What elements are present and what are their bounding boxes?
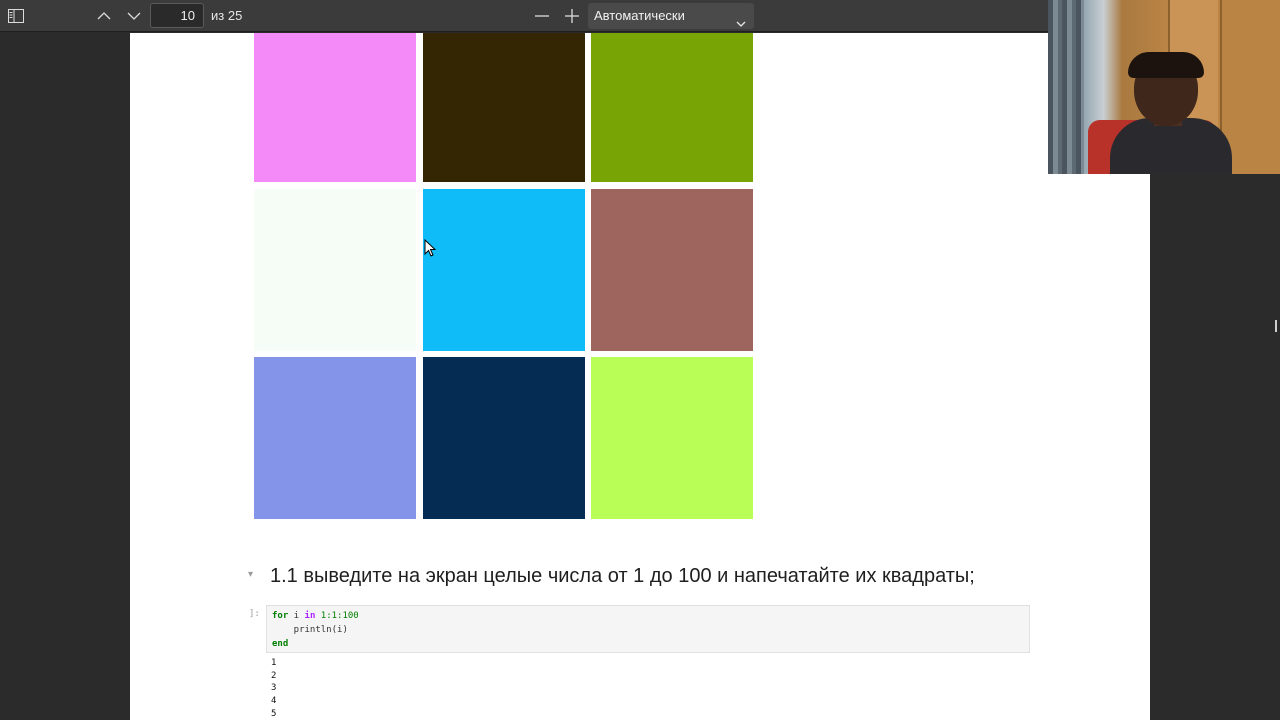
code-cell[interactable]: for i in 1:1:100 println(i) end bbox=[266, 605, 1030, 653]
code-range: 1:1:100 bbox=[315, 611, 359, 621]
webcam-person-body bbox=[1110, 118, 1232, 174]
section-heading: 1.1 выведите на экран целые числа от 1 д… bbox=[270, 565, 975, 587]
zoom-select[interactable]: Автоматически bbox=[588, 3, 754, 29]
page-number-input[interactable]: 10 bbox=[150, 3, 204, 28]
code-keyword: in bbox=[304, 611, 316, 621]
output-line: 4 bbox=[271, 696, 277, 707]
next-page-icon[interactable] bbox=[122, 4, 146, 28]
scrollbar-thumb[interactable] bbox=[1275, 320, 1277, 332]
webcam-curtain bbox=[1048, 0, 1084, 174]
code-line-3: end bbox=[272, 637, 1024, 651]
color-swatch bbox=[591, 357, 753, 519]
code-keyword: end bbox=[272, 639, 289, 649]
output-line: 3 bbox=[271, 683, 277, 694]
color-swatch bbox=[254, 357, 416, 519]
code-line-1: for i in 1:1:100 bbox=[272, 609, 1024, 623]
color-swatch bbox=[423, 189, 585, 351]
color-swatch bbox=[423, 357, 585, 519]
output-line: 2 bbox=[271, 670, 277, 681]
code-keyword: for bbox=[272, 611, 289, 621]
code-line-2: println(i) bbox=[272, 625, 348, 635]
page-total-label: из 25 bbox=[211, 8, 243, 23]
output-line: 5 bbox=[271, 708, 277, 719]
color-swatch bbox=[423, 33, 585, 182]
output-line: 1 bbox=[271, 658, 277, 668]
zoom-out-icon[interactable] bbox=[530, 4, 554, 28]
sidebar-toggle-icon[interactable] bbox=[4, 4, 28, 28]
mouse-cursor-icon bbox=[424, 239, 436, 257]
pdf-page: ▾ 1.1 выведите на экран целые числа от 1… bbox=[130, 33, 1150, 720]
color-swatch bbox=[591, 33, 753, 182]
collapse-arrow-icon[interactable]: ▾ bbox=[248, 569, 253, 580]
cell-prompt: ]: bbox=[249, 609, 260, 619]
cell-output: 1 2 3 4 5 bbox=[271, 657, 276, 720]
webcam-video-overlay bbox=[1048, 0, 1280, 174]
color-swatch bbox=[254, 33, 416, 182]
webcam-person-hair bbox=[1128, 52, 1204, 78]
color-swatch bbox=[254, 189, 416, 351]
previous-page-icon[interactable] bbox=[92, 4, 116, 28]
zoom-in-icon[interactable] bbox=[560, 4, 584, 28]
zoom-select-value: Автоматически bbox=[594, 8, 685, 23]
code-var: i bbox=[288, 611, 305, 621]
color-swatch bbox=[591, 189, 753, 351]
